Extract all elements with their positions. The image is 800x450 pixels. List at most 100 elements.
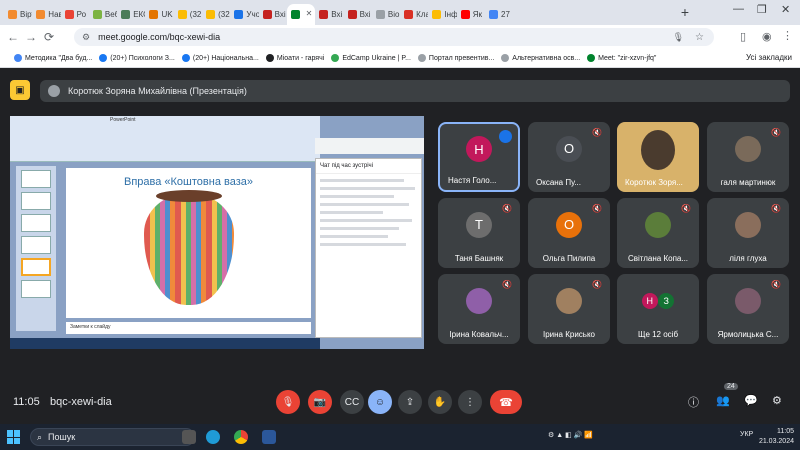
close-tab-icon[interactable]: ✕ — [306, 9, 313, 18]
participant-tile[interactable]: Н Настя Голо... — [438, 122, 520, 192]
bookmark-item[interactable]: Портал превентив... — [417, 54, 494, 62]
chat-icon[interactable]: 💬 — [744, 394, 758, 407]
tray-icons[interactable]: ⚙ ▲ ◧ 🔊 📶 — [548, 431, 593, 439]
browser-tab[interactable]: Інф — [428, 4, 457, 25]
meet-stage: ▣ Коротюк Зоряна Михайлівна (Презентація… — [0, 68, 800, 448]
browser-tab[interactable]: ✕ — [286, 4, 316, 25]
present-button[interactable]: ⇪ — [398, 390, 422, 414]
bookmark-item[interactable]: Meet: "zir-xzvn-jfq" — [587, 54, 656, 62]
info-icon[interactable]: ⓘ — [688, 394, 699, 410]
participant-name: Таня Башняк — [454, 254, 504, 263]
meeting-time: 11:05 — [13, 396, 40, 408]
participant-avatar — [645, 211, 671, 238]
activities-icon[interactable]: ⚙ — [772, 394, 782, 407]
browser-tab[interactable]: Як — [457, 4, 485, 25]
ppt-title: PowerPoint — [110, 117, 136, 123]
more-options-button[interactable]: ⋮ — [458, 390, 482, 414]
participant-name: галя мартинюк — [720, 178, 776, 187]
participant-tile[interactable]: Коротюк Зоря... — [617, 122, 699, 192]
browser-tab[interactable]: Вхі — [315, 4, 343, 25]
browser-tab[interactable]: 27 — [485, 4, 513, 25]
tab-label: (32 — [189, 10, 202, 19]
participant-tile[interactable]: 🔇 Ярмолицька С... — [707, 274, 789, 344]
participant-tile[interactable]: 🔇 Ірина Крисько — [528, 274, 610, 344]
all-bookmarks-link[interactable]: Усі закладки — [746, 53, 792, 62]
bookmark-star-icon[interactable]: ☆ — [695, 32, 704, 43]
taskbar-search[interactable]: ⌕ Пошук — [30, 428, 195, 446]
bookmark-item[interactable]: EdCamp Ukraine | P... — [331, 54, 411, 62]
participant-tile[interactable]: 🔇 Ірина Ковальч... — [438, 274, 520, 344]
maximize-icon[interactable]: ❐ — [757, 3, 767, 16]
bookmark-favicon-icon — [331, 54, 340, 62]
reload-icon[interactable]: ⟳ — [40, 30, 58, 44]
participant-tile[interactable]: 🔇 Світлана Копа... — [617, 198, 699, 268]
browser-tab[interactable]: Учо — [230, 4, 259, 25]
captions-button[interactable]: CC — [340, 390, 364, 414]
mic-off-button[interactable]: 🎙 — [276, 390, 300, 414]
bookmark-item[interactable]: Альтернативна осв... — [501, 54, 580, 62]
taskbar-clock[interactable]: 11:05 21.03.2024 — [759, 427, 794, 447]
participant-name: Ярмолицька С... — [717, 330, 779, 339]
bookmark-label: EdCamp Ukraine | P... — [342, 54, 411, 62]
edge-icon[interactable] — [206, 430, 220, 444]
muted-icon: 🔇 — [592, 128, 602, 137]
tab-favicon-icon — [177, 10, 187, 19]
browser-tab[interactable]: Кла — [400, 4, 428, 25]
browser-tab[interactable]: Ро — [61, 4, 89, 25]
muted-icon: 🔇 — [592, 204, 602, 213]
minimize-icon[interactable]: — — [733, 3, 744, 15]
browser-tab[interactable]: UK — [145, 4, 173, 25]
leave-call-button[interactable]: ☎ — [490, 390, 522, 414]
menu-icon[interactable]: ⋮ — [782, 29, 793, 42]
tab-label: Як — [472, 10, 483, 19]
bookmark-favicon-icon — [417, 54, 426, 62]
participant-tile[interactable]: О 🔇 Оксана Пу... — [528, 122, 610, 192]
forward-icon[interactable]: → — [22, 30, 40, 44]
browser-tab[interactable]: Веб — [89, 4, 117, 25]
browser-tab[interactable]: Вхі — [259, 4, 287, 25]
bookmark-item[interactable]: (20+) Національна... — [181, 54, 259, 62]
browser-tab[interactable]: Нав — [32, 4, 61, 25]
people-count: 24 — [724, 383, 738, 390]
task-view-icon[interactable] — [182, 430, 196, 444]
reactions-button[interactable]: ☺ — [368, 390, 392, 414]
search-icon: ⌕ — [37, 431, 43, 442]
raise-hand-button[interactable]: ✋ — [428, 390, 452, 414]
windows-start-icon[interactable] — [7, 430, 21, 444]
bookmark-item[interactable]: Методика "Два буд... — [14, 54, 92, 62]
participant-avatar — [556, 287, 582, 314]
browser-tab[interactable]: Віо — [372, 4, 400, 25]
browser-tab[interactable]: Вірт — [4, 4, 32, 25]
tab-favicon-icon — [290, 10, 300, 19]
profile-icon[interactable]: ◉ — [762, 30, 772, 43]
camera-off-button[interactable]: 📷 — [308, 390, 332, 414]
tab-favicon-icon — [36, 10, 46, 19]
current-slide: Вправа «Коштовна ваза» — [66, 168, 311, 318]
participant-tile[interactable]: 🔇 галя мартинюк — [707, 122, 789, 192]
microphone-icon[interactable]: 🎙 — [673, 32, 684, 43]
bookmark-label: (20+) Психологи З... — [110, 54, 175, 62]
bookmark-favicon-icon — [181, 54, 190, 62]
close-window-icon[interactable]: ✕ — [781, 3, 790, 16]
bookmark-favicon-icon — [587, 54, 596, 62]
browser-tab[interactable]: Вхі — [344, 4, 372, 25]
shared-chat-panel: Чат під час зустрічі — [315, 158, 422, 338]
participant-tile[interactable]: Н З Ще 12 осіб — [617, 274, 699, 344]
browser-tab[interactable]: ЕКО — [117, 4, 145, 25]
url-field[interactable]: ⚙ meet.google.com/bqc-xewi-dia 🎙 ☆ — [74, 28, 714, 46]
people-icon[interactable]: 👥 — [716, 394, 730, 407]
chrome-icon[interactable] — [234, 430, 248, 444]
word-icon[interactable] — [262, 430, 276, 444]
back-icon[interactable]: ← — [4, 30, 22, 44]
side-panel-icon[interactable]: ▯ — [740, 30, 746, 43]
bookmark-item[interactable]: (20+) Психологи З... — [99, 54, 175, 62]
participant-tile[interactable]: О 🔇 Ольга Пилипа — [528, 198, 610, 268]
bookmark-item[interactable]: Міоати - гарячі — [265, 54, 324, 62]
language-indicator[interactable]: УКР — [740, 431, 753, 438]
browser-tab[interactable]: (32 — [174, 4, 202, 25]
browser-tab[interactable]: (32 — [202, 4, 230, 25]
new-tab-button[interactable]: + — [676, 4, 694, 20]
site-info-icon[interactable]: ⚙ — [82, 32, 90, 43]
participant-tile[interactable]: 🔇 ліля глуха — [707, 198, 789, 268]
participant-tile[interactable]: Т 🔇 Таня Башняк — [438, 198, 520, 268]
